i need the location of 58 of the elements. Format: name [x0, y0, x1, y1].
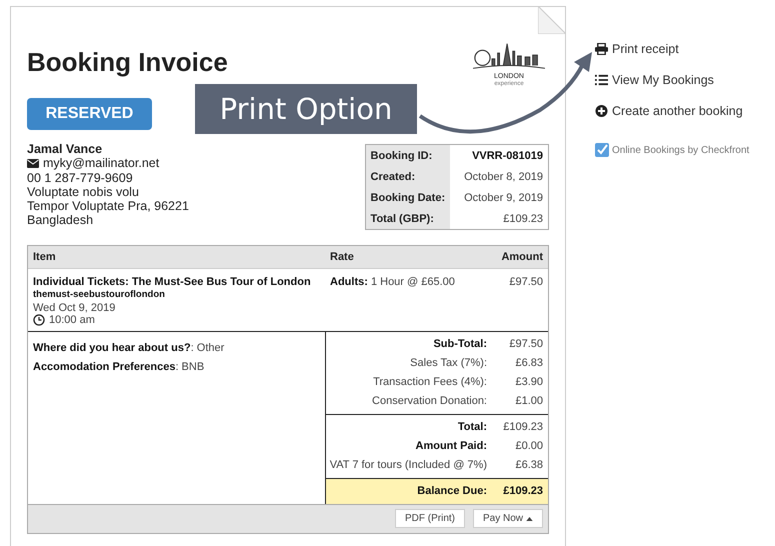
clock-icon [33, 314, 45, 326]
column-header: Item [33, 251, 57, 263]
total-label: VAT 7 for tours (Included @ 7%) [330, 459, 487, 471]
total-value: £6.83 [514, 357, 543, 369]
total-label: Transaction Fees (4%): [373, 376, 487, 388]
caret-icon [526, 516, 533, 520]
column-header: Rate [330, 251, 355, 263]
item-amount: £97.50 [508, 276, 543, 288]
summary-value: £109.23 [450, 208, 548, 230]
summary-value: October 9, 2019 [450, 187, 548, 208]
invoice-title: Booking Invoice [27, 47, 228, 78]
powered-by-text: Online Bookings by Checkfront [612, 144, 750, 156]
plus-circle-icon [595, 105, 608, 117]
summary-value: VVRR-081019 [450, 144, 548, 166]
sidebar-link[interactable]: Create another booking [595, 103, 750, 119]
booking-answer: Accomodation Preferences: BNB [33, 360, 206, 372]
customer-phone: 00 1 287-779-9609 [27, 170, 134, 185]
total-label: Sub-Total: [433, 338, 487, 350]
status-badge: RESERVED [27, 98, 152, 130]
total-value: £6.38 [514, 459, 543, 471]
list-icon [595, 74, 608, 86]
total-label: Sales Tax (7%): [410, 357, 487, 369]
print-option-callout: Print Option [195, 84, 417, 134]
item-date: Wed Oct 9, 2019 [33, 302, 116, 314]
address-line: Bangladesh [27, 213, 94, 228]
item-rate: Adults: 1 Hour @ £65.00 [330, 276, 456, 288]
printer-icon [595, 43, 608, 55]
total-value: £109.23 [502, 421, 543, 433]
booking-answer: Where did you hear about us?: Other [33, 342, 226, 354]
customer-email: myky@mailinator.net [43, 156, 160, 171]
address-line: Voluptate nobis volu [27, 184, 140, 200]
sidebar-link[interactable]: Print receipt [595, 41, 750, 57]
total-label: Conservation Donation: [372, 395, 487, 407]
total-value: £97.50 [508, 338, 543, 350]
summary-label: Booking ID: [365, 144, 450, 166]
total-value: £0.00 [514, 440, 543, 452]
summary-label: Total (GBP): [365, 208, 450, 230]
total-label: Amount Paid: [416, 440, 487, 452]
pay-now-dropdown-button[interactable]: Pay Now [472, 509, 543, 528]
item-title: Individual Tickets: The Must-See Bus Tour of London [33, 276, 312, 289]
summary-label: Created: [365, 166, 450, 187]
skyline-logo-icon [473, 41, 545, 71]
customer-name: Jamal Vance [27, 142, 104, 156]
summary-value: October 8, 2019 [450, 166, 548, 187]
total-label: Total: [458, 421, 487, 433]
total-value: £1.00 [514, 395, 543, 407]
summary-label: Booking Date: [365, 187, 450, 208]
address-line: Tempor Voluptate Pra, 96221 [27, 199, 189, 214]
column-header: Amount [500, 251, 543, 263]
checkmark-logo-icon [595, 143, 609, 157]
item-code: themust-seebustouroflondon [33, 289, 166, 302]
total-label: Balance Due: [417, 485, 487, 497]
pdf-button[interactable]: PDF (Print) [394, 509, 465, 528]
total-value: £3.90 [514, 376, 543, 388]
sidebar-link[interactable]: View My Bookings [595, 72, 750, 88]
total-value: £109.23 [502, 485, 543, 497]
envelope-icon [27, 158, 39, 168]
item-time: 10:00 am [49, 314, 95, 326]
